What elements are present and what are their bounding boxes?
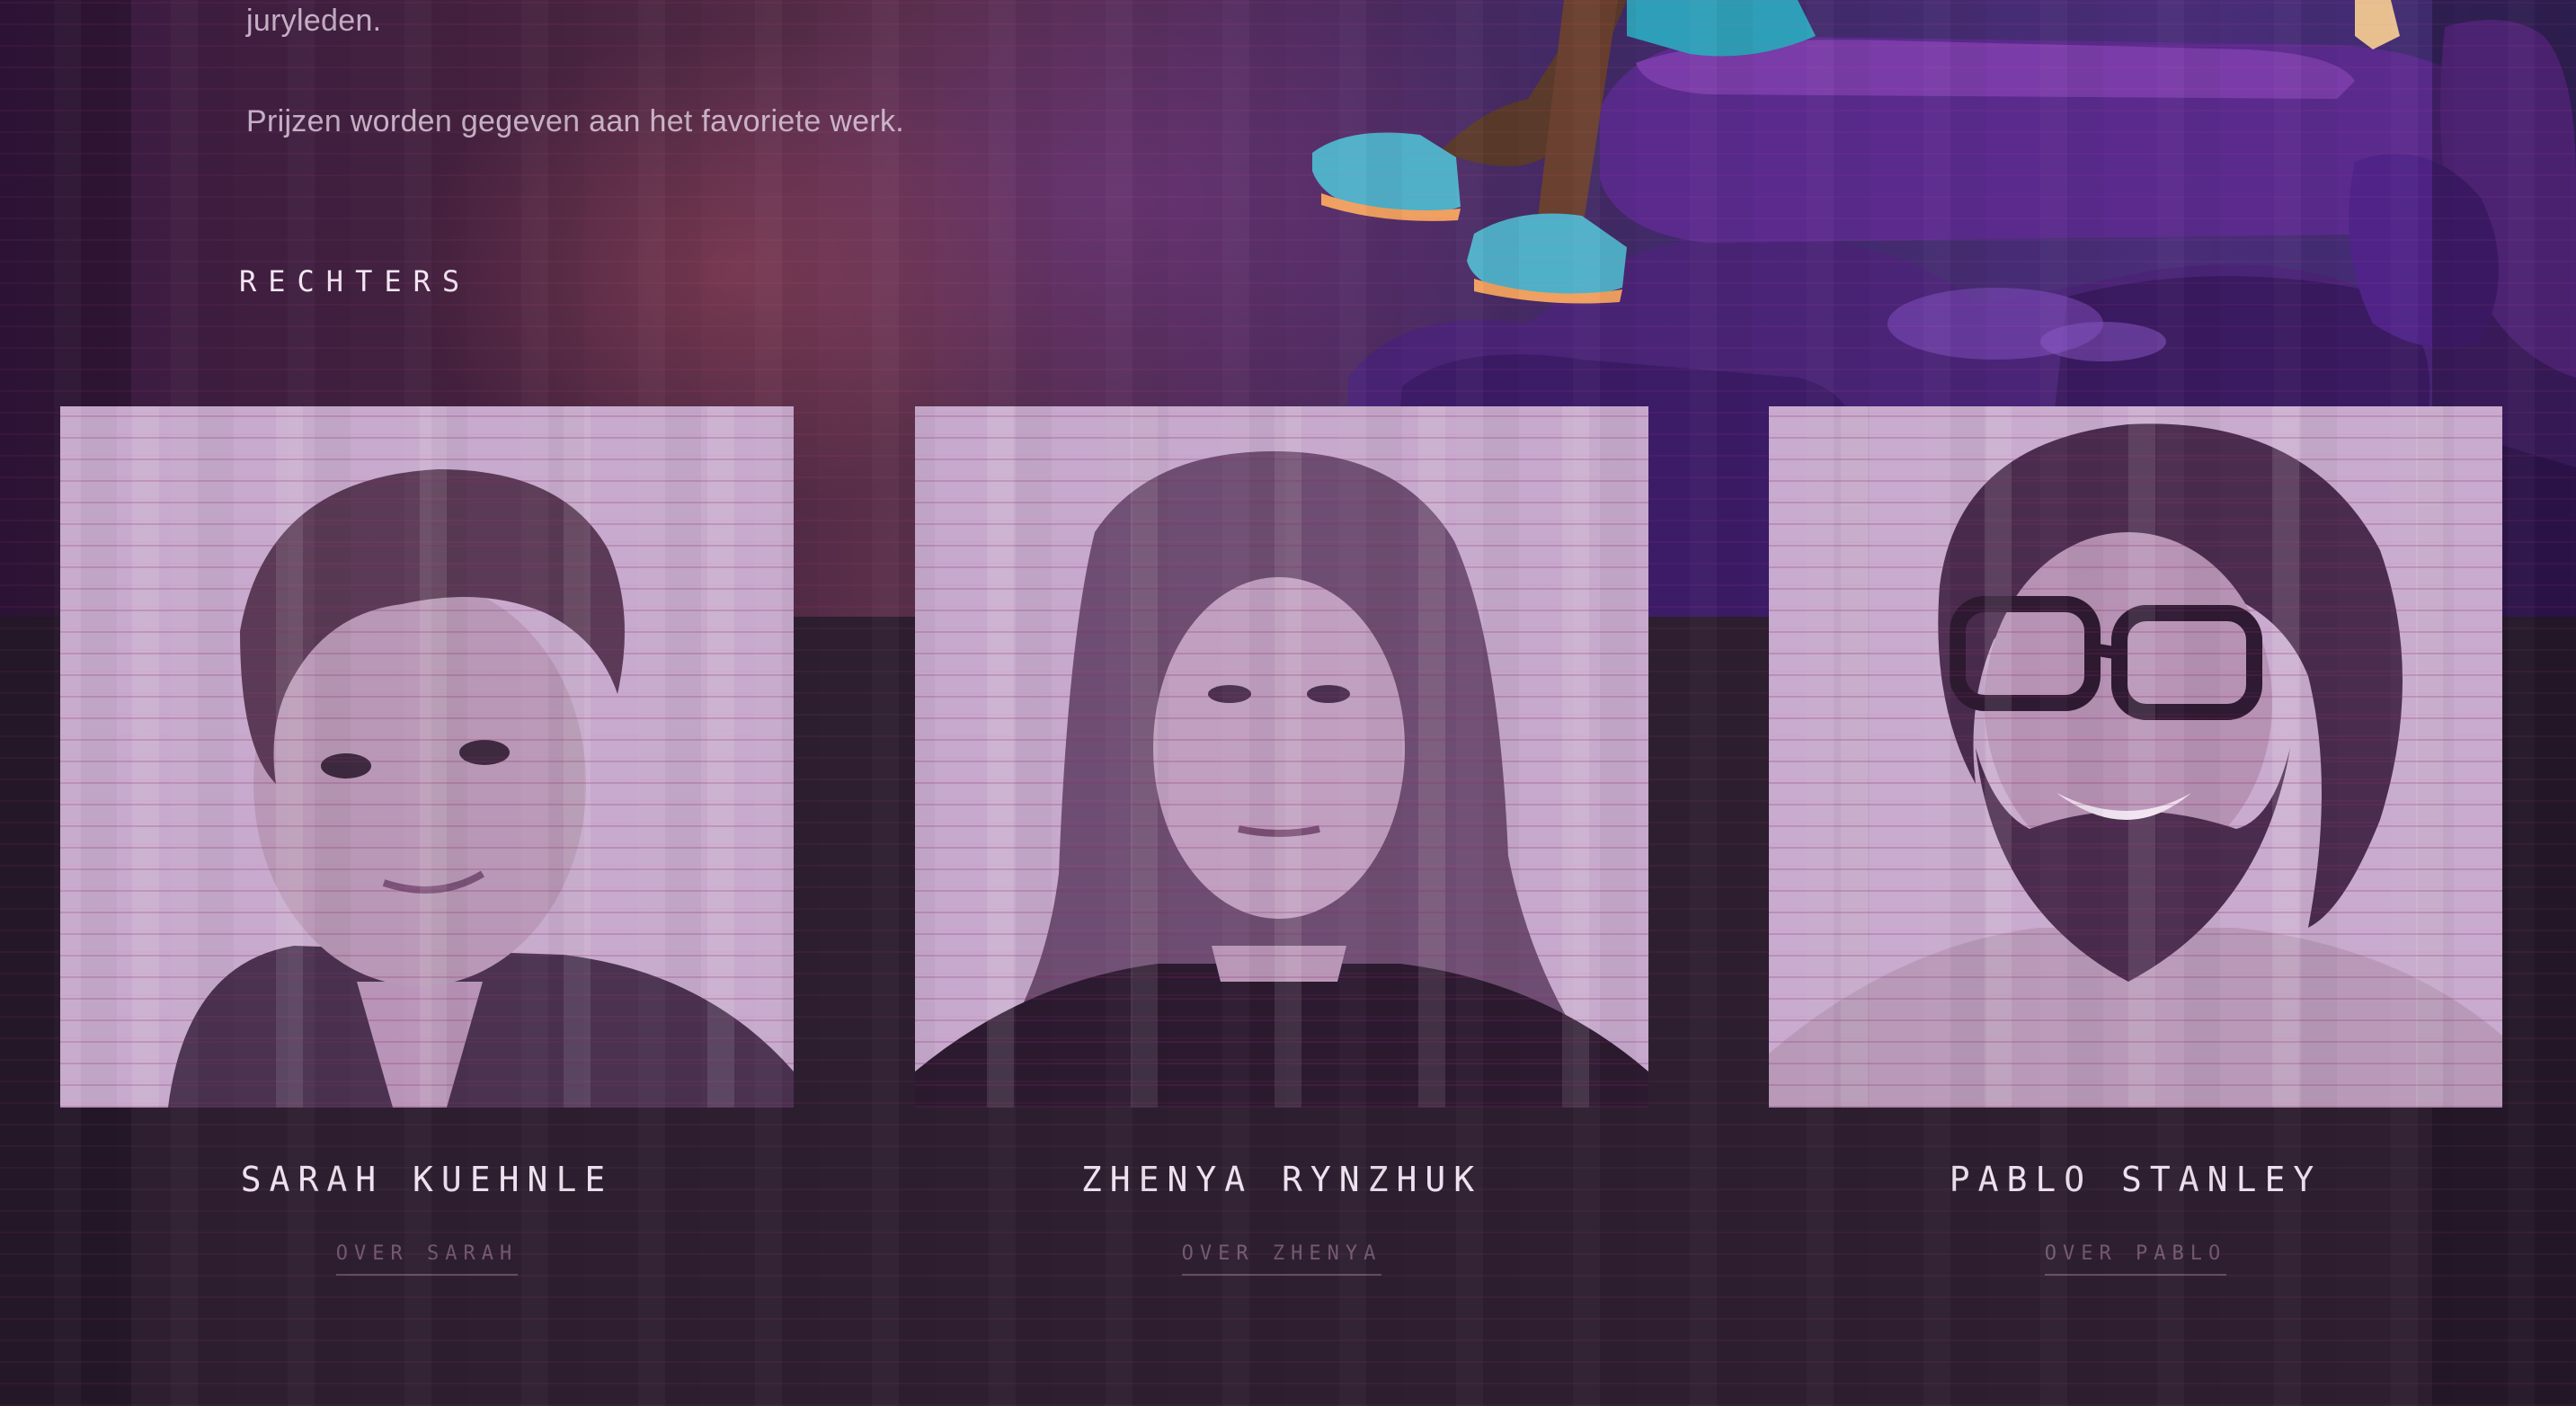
about-zhenya-link[interactable]: OVER ZHENYA xyxy=(1181,1242,1382,1276)
judge-link-wrap: OVER SARAH xyxy=(60,1242,794,1276)
judge-name: SARAH KUEHNLE xyxy=(240,1160,614,1199)
judge-photo-zhenya[interactable] xyxy=(915,406,1648,1108)
photo-scanline-overlay xyxy=(60,406,794,1108)
judge-card-sarah: SARAH KUEHNLE OVER SARAH xyxy=(60,406,794,1276)
intro-text-line-1: juryleden. xyxy=(246,4,382,38)
photo-scanline-overlay xyxy=(1769,406,2502,1108)
judge-name: ZHENYA RYNZHUK xyxy=(1080,1160,1483,1199)
about-pablo-link[interactable]: OVER PABLO xyxy=(2044,1242,2227,1276)
photo-scanline-overlay xyxy=(915,406,1648,1108)
judge-photo-pablo[interactable] xyxy=(1769,406,2502,1108)
about-sarah-link[interactable]: OVER SARAH xyxy=(335,1242,519,1276)
judge-card-zhenya: ZHENYA RYNZHUK OVER ZHENYA xyxy=(915,406,1648,1276)
judge-link-wrap: OVER PABLO xyxy=(1769,1242,2502,1276)
judges-heading: RECHTERS xyxy=(239,264,472,298)
judge-photo-sarah[interactable] xyxy=(60,406,794,1108)
intro-text-line-2: Prijzen worden gegeven aan het favoriete… xyxy=(246,104,904,138)
page: juryleden. Prijzen worden gegeven aan he… xyxy=(0,0,2576,1406)
judge-link-wrap: OVER ZHENYA xyxy=(915,1242,1648,1276)
judge-card-pablo: PABLO STANLEY OVER PABLO xyxy=(1769,406,2502,1276)
judge-name: PABLO STANLEY xyxy=(1949,1160,2323,1199)
